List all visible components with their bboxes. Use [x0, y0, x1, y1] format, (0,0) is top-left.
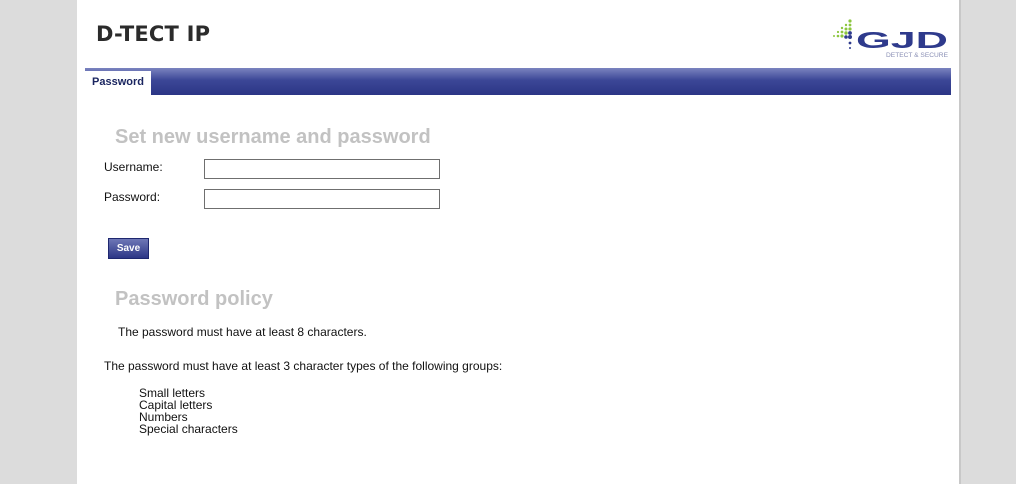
username-label: Username:	[104, 160, 163, 174]
app-title: D-TECT IP	[96, 22, 211, 46]
password-input[interactable]	[204, 189, 440, 209]
gjd-logo: GJD DETECT & SECURE	[833, 19, 948, 59]
logo-tagline: DETECT & SECURE	[886, 53, 948, 59]
username-input[interactable]	[204, 159, 440, 179]
credentials-title: Set new username and password	[115, 126, 431, 148]
logo-wordmark: GJD	[856, 27, 948, 53]
policy-groups-list: Small letters Capital letters Numbers Sp…	[139, 387, 238, 435]
save-button[interactable]: Save	[108, 238, 149, 259]
page-container: D-TECT IP GJD DETECT & SECURE Password S…	[77, 0, 961, 484]
policy-title: Password policy	[115, 288, 273, 310]
password-label: Password:	[104, 190, 161, 204]
tab-password[interactable]: Password	[85, 71, 151, 95]
policy-rule-length: The password must have at least 8 charac…	[118, 325, 367, 339]
policy-rule-groups: The password must have at least 3 charac…	[104, 359, 503, 373]
list-item: Special characters	[139, 422, 238, 436]
nav-bar: Password	[85, 68, 951, 95]
